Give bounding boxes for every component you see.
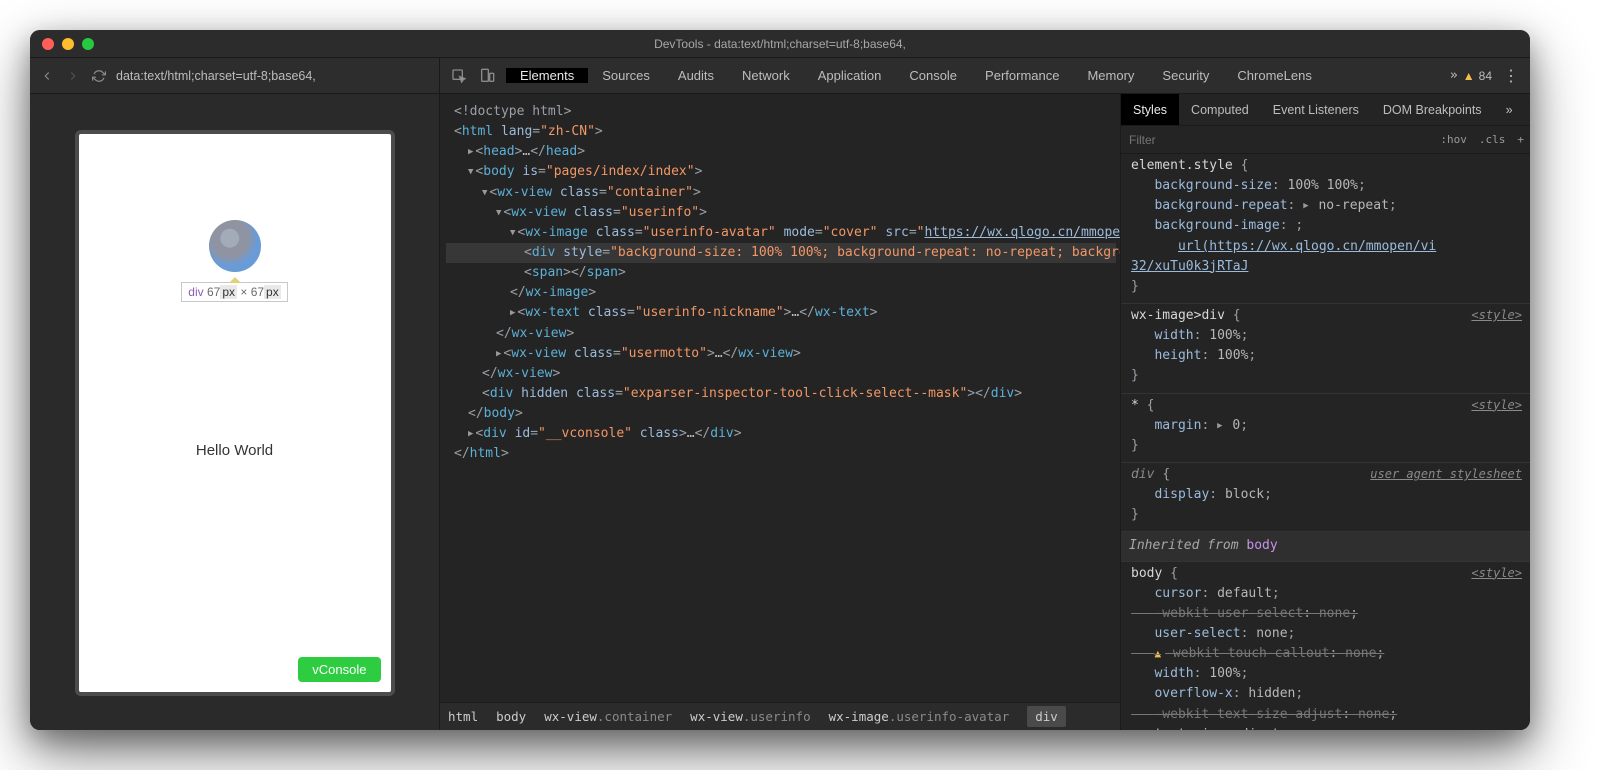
pane-tab-computed[interactable]: Computed bbox=[1179, 94, 1261, 125]
tab-console[interactable]: Console bbox=[895, 68, 971, 83]
device-frame: div 67px × 67px Hello World vConsole bbox=[75, 130, 395, 696]
breadcrumb[interactable]: html body wx-view.container wx-view.userinf… bbox=[440, 702, 1120, 730]
vconsole-button[interactable]: vConsole bbox=[298, 657, 380, 682]
elements-panel: <!doctype html><html lang="zh-CN">▶<head… bbox=[440, 94, 1120, 730]
hello-world-text: Hello World bbox=[196, 442, 273, 459]
avatar[interactable] bbox=[209, 220, 261, 272]
devtools-toolbar: ElementsSourcesAuditsNetworkApplicationC… bbox=[440, 58, 1530, 93]
tooltip-w: 67 bbox=[207, 285, 220, 299]
more-panes-icon[interactable]: » bbox=[1494, 94, 1525, 125]
tab-memory[interactable]: Memory bbox=[1073, 68, 1148, 83]
warning-icon: ▲ bbox=[1463, 69, 1475, 83]
window-title: DevTools - data:text/html;charset=utf-8;… bbox=[30, 37, 1530, 51]
crumb-body[interactable]: body bbox=[496, 709, 526, 724]
crumb-html[interactable]: html bbox=[448, 709, 478, 724]
tab-network[interactable]: Network bbox=[728, 68, 804, 83]
style-rule[interactable]: <style>body { cursor: default; -webkit-u… bbox=[1121, 562, 1530, 730]
inspect-icon[interactable] bbox=[450, 67, 468, 85]
dom-tree[interactable]: <!doctype html><html lang="zh-CN">▶<head… bbox=[440, 94, 1120, 702]
reload-icon[interactable] bbox=[90, 67, 108, 85]
device-icon[interactable] bbox=[478, 67, 496, 85]
crumb-wx-view.userinfo[interactable]: wx-view.userinfo bbox=[690, 709, 810, 724]
preview-column: div 67px × 67px Hello World vConsole bbox=[30, 94, 440, 730]
styles-panel: StylesComputedEvent ListenersDOM Breakpo… bbox=[1120, 94, 1530, 730]
style-rule[interactable]: <style>wx-image>div { width: 100%; heigh… bbox=[1121, 304, 1530, 394]
style-rule[interactable]: user agent stylesheetdiv { display: bloc… bbox=[1121, 463, 1530, 532]
warnings-badge[interactable]: ▲84 bbox=[1463, 69, 1492, 83]
styles-list[interactable]: element.style { background-size: 100% 10… bbox=[1121, 154, 1530, 730]
crumb-wx-view.container[interactable]: wx-view.container bbox=[544, 709, 672, 724]
tooltip-h: 67 bbox=[251, 285, 264, 299]
content: div 67px × 67px Hello World vConsole <!d… bbox=[30, 94, 1530, 730]
devtools-window: DevTools - data:text/html;charset=utf-8;… bbox=[30, 30, 1530, 730]
tab-elements[interactable]: Elements bbox=[506, 68, 588, 83]
cls-button[interactable]: .cls bbox=[1473, 133, 1512, 146]
new-rule-button[interactable]: + bbox=[1511, 133, 1530, 146]
tab-sources[interactable]: Sources bbox=[588, 68, 664, 83]
more-tabs-icon[interactable]: » bbox=[1445, 67, 1463, 85]
crumb-wx-image.userinfo-avatar[interactable]: wx-image.userinfo-avatar bbox=[829, 709, 1010, 724]
browser-nav: data:text/html;charset=utf-8;base64, bbox=[30, 58, 440, 93]
tab-performance[interactable]: Performance bbox=[971, 68, 1073, 83]
tooltip-tag: div bbox=[188, 285, 203, 299]
kebab-icon[interactable]: ⋮ bbox=[1502, 67, 1520, 85]
pane-tab-styles[interactable]: Styles bbox=[1121, 94, 1179, 125]
inspect-tooltip: div 67px × 67px bbox=[181, 282, 287, 302]
inherited-from-body: Inherited from body bbox=[1121, 532, 1530, 561]
pane-tab-dom-breakpoints[interactable]: DOM Breakpoints bbox=[1371, 94, 1494, 125]
back-icon[interactable] bbox=[38, 67, 56, 85]
filter-bar: :hov .cls + bbox=[1121, 126, 1530, 154]
titlebar: DevTools - data:text/html;charset=utf-8;… bbox=[30, 30, 1530, 58]
style-rule[interactable]: element.style { background-size: 100% 10… bbox=[1121, 154, 1530, 304]
tab-chromelens[interactable]: ChromeLens bbox=[1223, 68, 1325, 83]
hov-button[interactable]: :hov bbox=[1434, 133, 1473, 146]
url-field[interactable]: data:text/html;charset=utf-8;base64, bbox=[116, 69, 316, 83]
pane-tabs: StylesComputedEvent ListenersDOM Breakpo… bbox=[1121, 94, 1530, 126]
style-rule[interactable]: <style>* { margin: ▶ 0;} bbox=[1121, 394, 1530, 463]
forward-icon[interactable] bbox=[64, 67, 82, 85]
pane-tab-event-listeners[interactable]: Event Listeners bbox=[1261, 94, 1371, 125]
crumb-div[interactable]: div bbox=[1027, 706, 1066, 727]
tab-security[interactable]: Security bbox=[1148, 68, 1223, 83]
tab-application[interactable]: Application bbox=[804, 68, 896, 83]
inspect-highlight bbox=[209, 220, 261, 272]
tab-audits[interactable]: Audits bbox=[664, 68, 728, 83]
toolbar-row: data:text/html;charset=utf-8;base64, Ele… bbox=[30, 58, 1530, 94]
panel-tabs: ElementsSourcesAuditsNetworkApplicationC… bbox=[506, 68, 1445, 83]
filter-input[interactable] bbox=[1121, 133, 1434, 147]
